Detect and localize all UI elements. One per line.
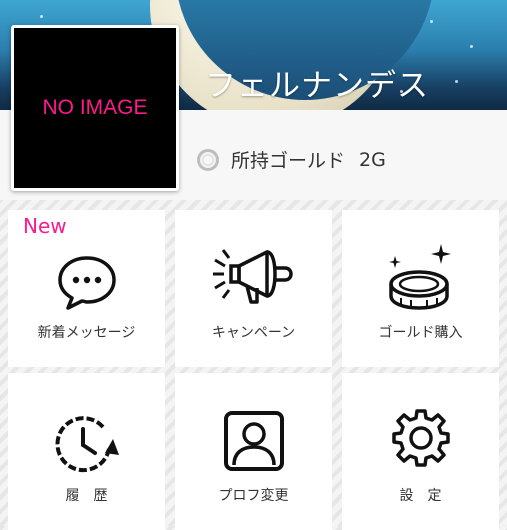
- menu-tile-profile-edit[interactable]: プロフ変更: [175, 373, 332, 530]
- menu-tile-buy-gold[interactable]: ゴールド購入: [342, 210, 499, 367]
- megaphone-icon: [212, 249, 293, 304]
- menu-label-profile-edit: プロフ変更: [218, 488, 289, 504]
- gold-label: 所持ゴールド: [231, 150, 346, 172]
- gold-value: 2G: [359, 148, 386, 171]
- menu-tile-messages[interactable]: New 新着メッセージ: [8, 210, 165, 367]
- user-name: フェルナンデス: [205, 68, 429, 104]
- menu-tile-history[interactable]: 履 歴: [8, 373, 165, 530]
- menu-tile-settings[interactable]: 設 定: [342, 373, 499, 530]
- avatar[interactable]: NO IMAGE: [11, 25, 179, 191]
- history-clock-icon: [54, 416, 119, 473]
- coin-stack-icon: [388, 244, 451, 310]
- gold-balance: 所持ゴールド 2G: [197, 146, 386, 173]
- gear-icon: [391, 409, 450, 467]
- chat-bubble-icon: [57, 256, 116, 310]
- avatar-placeholder-text: NO IMAGE: [42, 96, 148, 119]
- coin-icon: [197, 148, 219, 171]
- menu-tile-campaign[interactable]: キャンペーン: [175, 210, 332, 367]
- new-badge: New: [23, 214, 67, 238]
- profile-icon: [223, 411, 284, 471]
- menu-label-history: 履 歴: [65, 488, 108, 504]
- menu-label-buy-gold: ゴールド購入: [378, 325, 463, 341]
- menu-label-campaign: キャンペーン: [211, 325, 296, 341]
- menu-label-settings: 設 定: [399, 488, 442, 504]
- menu-label-messages: 新着メッセージ: [37, 325, 136, 341]
